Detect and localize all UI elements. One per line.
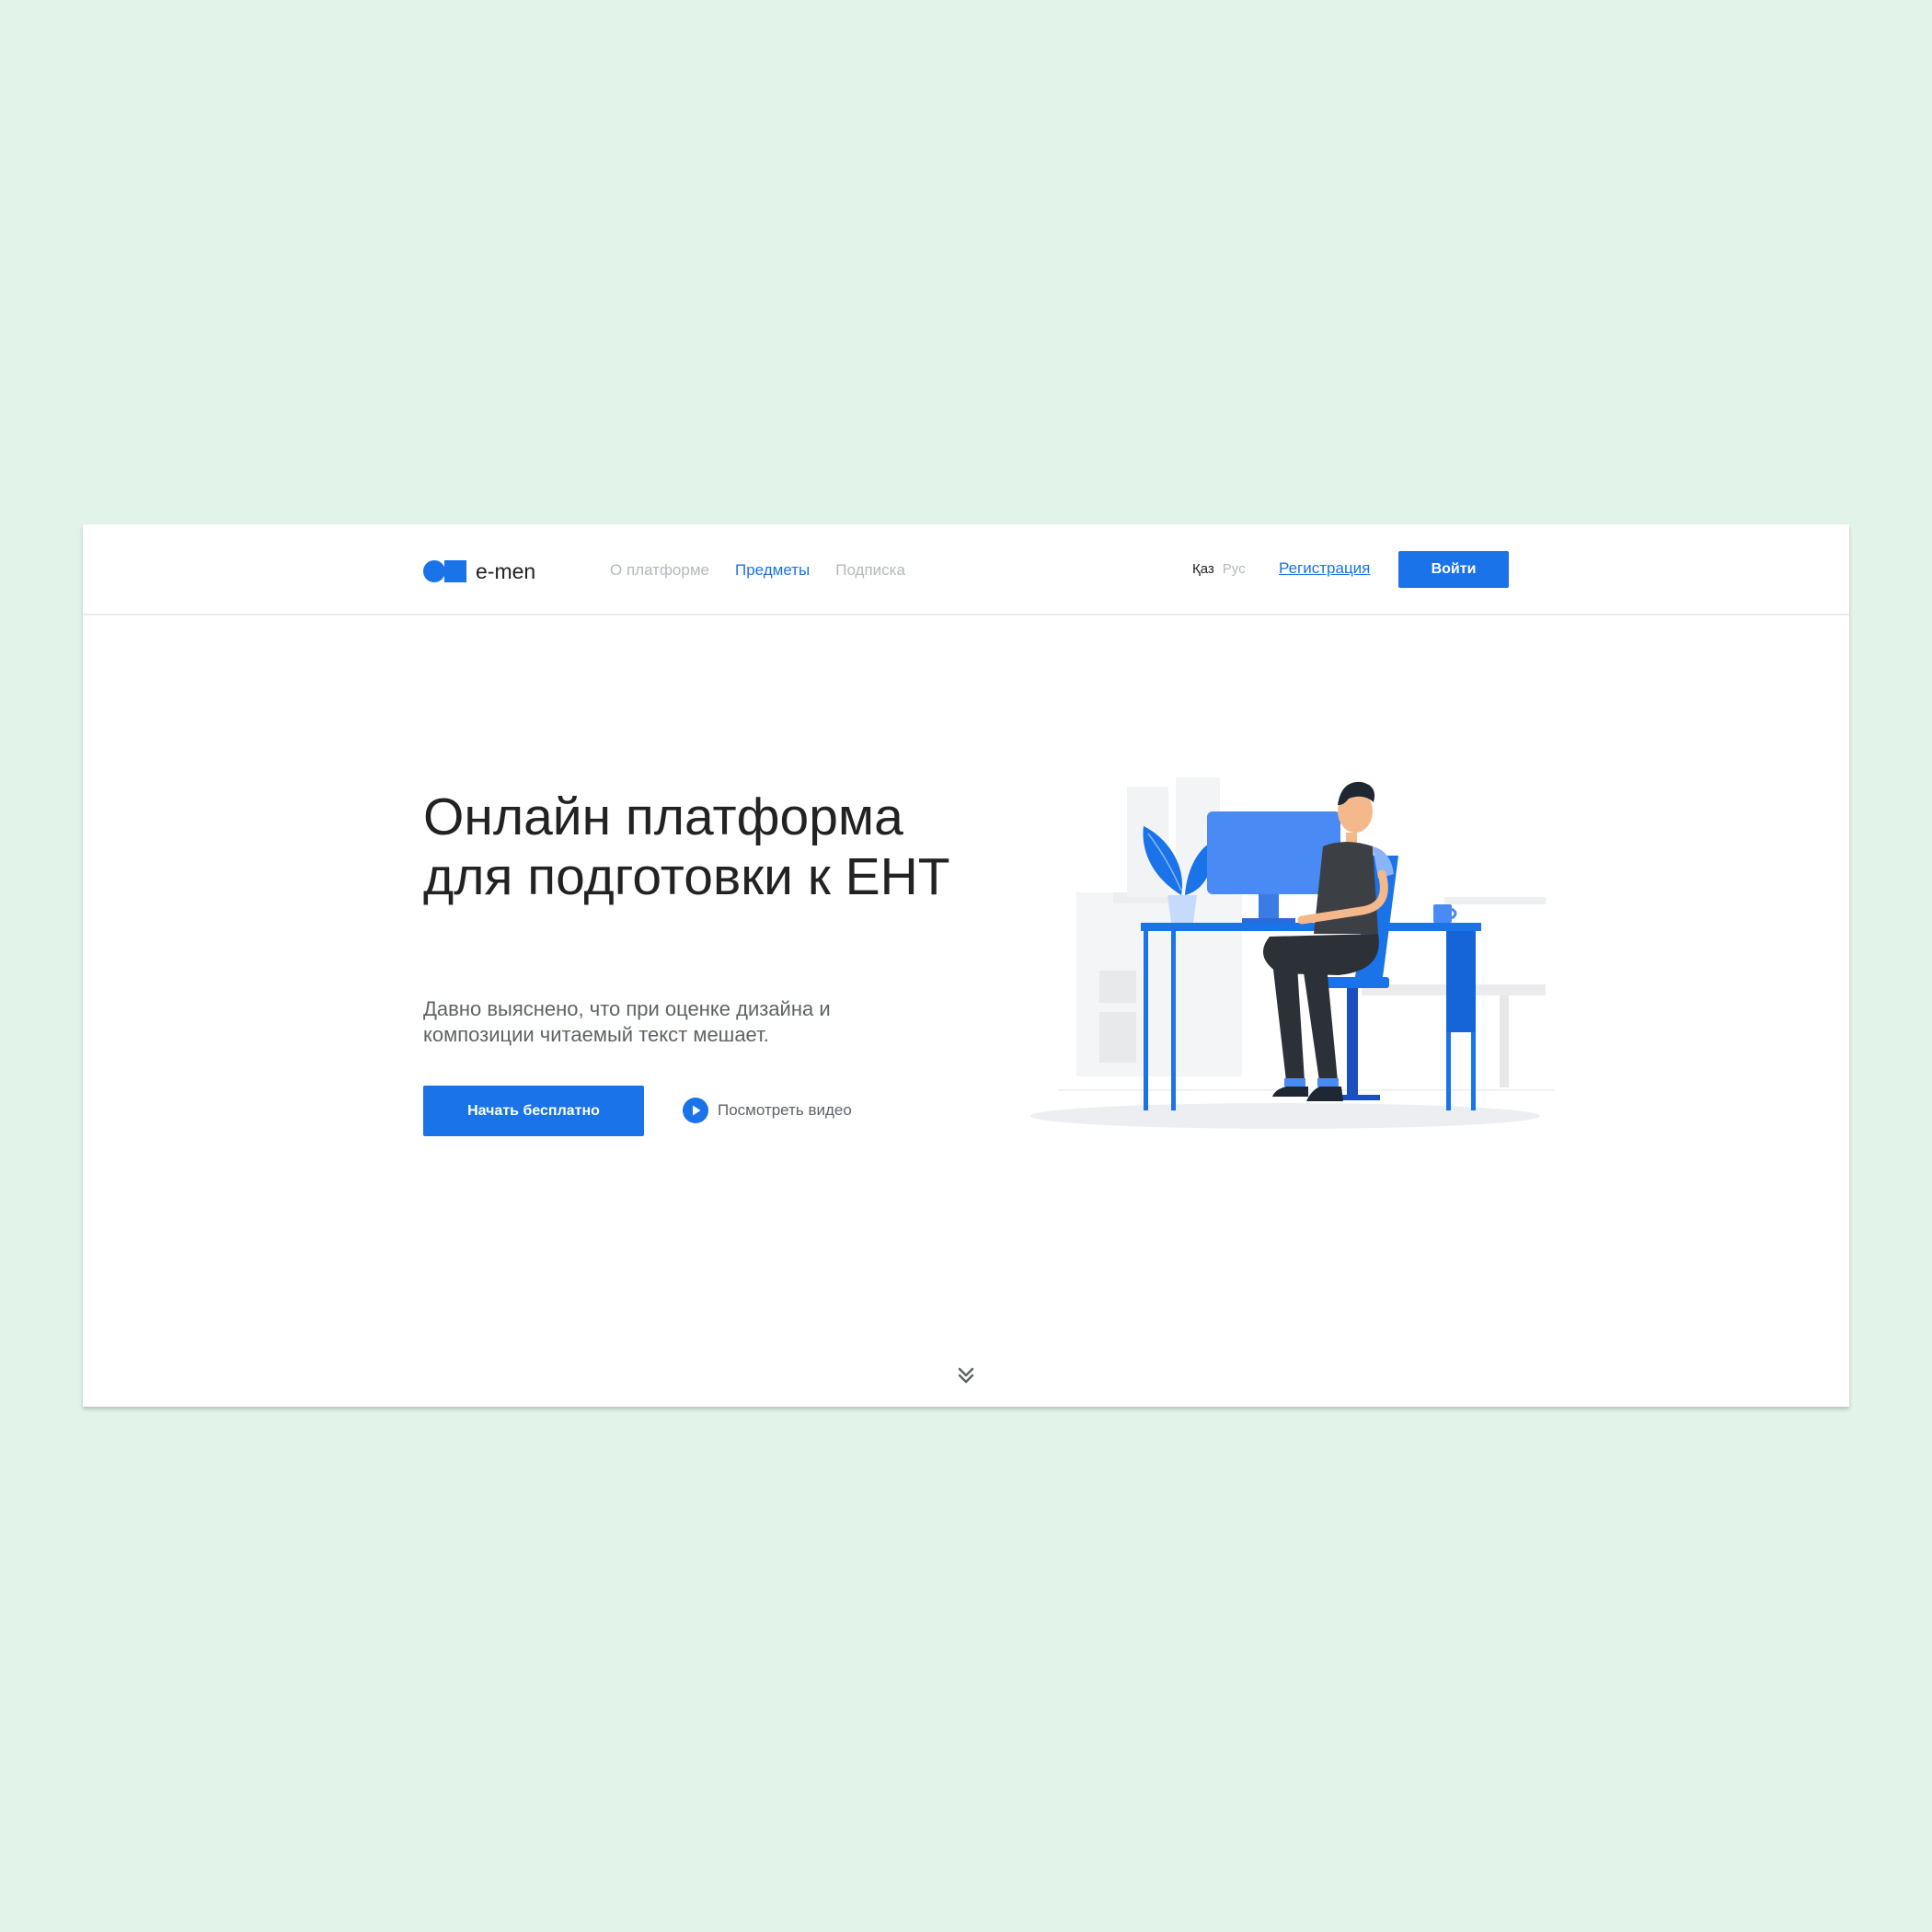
coffee-mug xyxy=(1433,904,1452,923)
desk-leg xyxy=(1144,931,1148,1110)
brand-name: e-men xyxy=(476,558,536,583)
background-wall-shelf xyxy=(1444,897,1546,904)
plant-pot xyxy=(1167,895,1197,923)
coffee-mug-handle xyxy=(1451,907,1457,920)
logo-square-icon xyxy=(444,560,466,582)
chair-post xyxy=(1347,988,1358,1097)
floor-shadow xyxy=(1030,1103,1540,1129)
logo-circle-icon xyxy=(423,560,445,582)
login-button[interactable]: Войти xyxy=(1398,551,1509,588)
language-switcher: Қаз Рус xyxy=(1192,561,1246,577)
nav-item-subjects[interactable]: Предметы xyxy=(735,561,810,580)
hero-illustration xyxy=(1030,777,1555,1129)
background-side-table-leg xyxy=(1500,995,1509,1087)
main-nav: О платформе Предметы Подписка xyxy=(610,561,905,580)
watch-video-label: Посмотреть видео xyxy=(718,1101,852,1119)
background-cabinet-drawer xyxy=(1099,1012,1136,1063)
person-shin xyxy=(1272,961,1305,1081)
monitor-stand xyxy=(1259,894,1279,920)
double-chevron-down-icon[interactable] xyxy=(955,1364,977,1386)
start-free-button[interactable]: Начать бесплатно xyxy=(423,1086,644,1136)
monitor-base xyxy=(1242,918,1295,923)
background-cabinet-drawer xyxy=(1099,971,1136,1003)
site-header: e-men О платформе Предметы Подписка Қаз … xyxy=(83,524,1849,615)
desk-leg xyxy=(1171,931,1176,1110)
logo[interactable]: e-men xyxy=(423,559,535,583)
desk-side-panel xyxy=(1446,931,1476,1032)
person-cuff xyxy=(1284,1078,1305,1087)
register-link[interactable]: Регистрация xyxy=(1279,559,1370,578)
desk-top xyxy=(1141,923,1481,931)
browser-page: e-men О платформе Предметы Подписка Қаз … xyxy=(83,524,1849,1407)
nav-item-subscription[interactable]: Подписка xyxy=(835,561,905,580)
lang-russian[interactable]: Рус xyxy=(1223,561,1246,577)
watch-video-link[interactable]: Посмотреть видео xyxy=(683,1098,852,1123)
nav-item-about[interactable]: О платформе xyxy=(610,561,709,580)
person-shoe xyxy=(1272,1087,1308,1097)
play-icon xyxy=(683,1098,708,1123)
person-shoe xyxy=(1306,1087,1343,1101)
person-cuff xyxy=(1317,1078,1339,1087)
hero-title: Онлайн платформа для подготовки к ЕНТ xyxy=(423,788,950,906)
desk-leg xyxy=(1446,1032,1451,1110)
lang-kazakh[interactable]: Қаз xyxy=(1192,561,1214,577)
desk-leg xyxy=(1471,1032,1476,1110)
hero-description: Давно выяснено, что при оценке дизайна и… xyxy=(423,997,831,1046)
